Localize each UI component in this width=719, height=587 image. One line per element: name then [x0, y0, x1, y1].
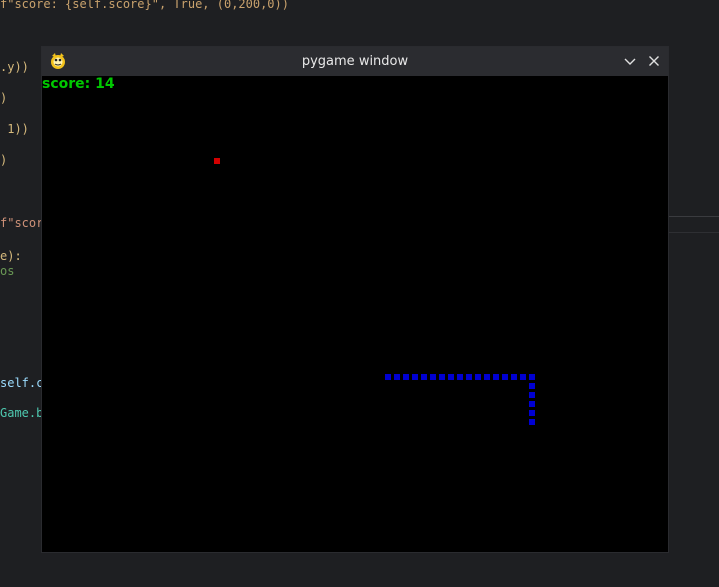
code-line: 1))	[0, 122, 29, 136]
snake-segment	[493, 374, 499, 380]
code-line: Game.b	[0, 406, 44, 420]
food-pellet	[214, 158, 220, 164]
snake-segment	[448, 374, 454, 380]
snake-segment	[394, 374, 400, 380]
snake-segment	[511, 374, 517, 380]
snake-segment	[385, 374, 391, 380]
code-line: e):	[0, 249, 22, 263]
game-canvas[interactable]: score: 14	[42, 76, 668, 552]
snake-segment	[439, 374, 445, 380]
snake-segment	[457, 374, 463, 380]
snake-segment	[529, 419, 535, 425]
snake-segment	[529, 392, 535, 398]
code-line: f"score: {self.score}", True, (0,200,0))	[0, 0, 289, 11]
snake-segment	[475, 374, 481, 380]
editor-divider	[668, 232, 719, 233]
pygame-window[interactable]: pygame window score: 14	[42, 47, 668, 552]
snake-segment	[529, 383, 535, 389]
code-line: self.c	[0, 376, 44, 390]
score-label: score: 14	[42, 76, 115, 92]
snake-segment	[502, 374, 508, 380]
window-titlebar[interactable]: pygame window	[42, 47, 668, 76]
window-title: pygame window	[301, 54, 409, 69]
snake-segment	[430, 374, 436, 380]
code-line: )	[0, 91, 8, 105]
snake-segment	[529, 401, 535, 407]
editor-divider	[668, 216, 719, 217]
snake-segment	[466, 374, 472, 380]
code-line: os	[0, 264, 15, 278]
snake-segment	[484, 374, 490, 380]
snake-segment	[529, 374, 535, 380]
code-line: )	[0, 153, 8, 167]
code-line: f"scor	[0, 216, 44, 230]
close-icon[interactable]	[644, 51, 664, 71]
code-line: .y))	[0, 60, 29, 74]
snake-segment	[529, 410, 535, 416]
snake-segment	[520, 374, 526, 380]
snake-segment	[403, 374, 409, 380]
snake-segment	[421, 374, 427, 380]
chevron-down-icon[interactable]	[620, 51, 640, 71]
snake-segment	[412, 374, 418, 380]
